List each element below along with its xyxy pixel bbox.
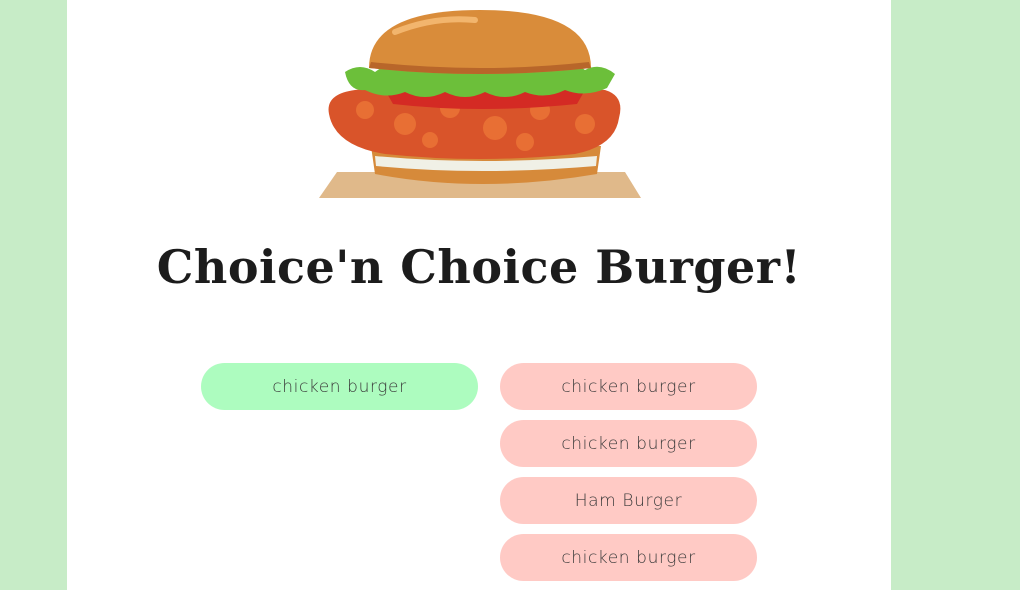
option-button-3[interactable]: Ham Burger [500,477,757,524]
chicken-burger-icon [315,6,645,202]
option-label: chicken burger [561,376,696,397]
selected-choice-button[interactable]: chicken burger [201,363,478,410]
selected-choice-label: chicken burger [272,376,407,397]
option-label: chicken burger [561,433,696,454]
page-title: Choice'n Choice Burger! [156,240,802,294]
option-button-4[interactable]: chicken burger [500,534,757,581]
main-card: Choice'n Choice Burger! chicken burger c… [67,0,891,590]
option-label: Ham Burger [574,490,683,511]
option-label: chicken burger [561,547,696,568]
option-button-2[interactable]: chicken burger [500,420,757,467]
option-button-1[interactable]: chicken burger [500,363,757,410]
